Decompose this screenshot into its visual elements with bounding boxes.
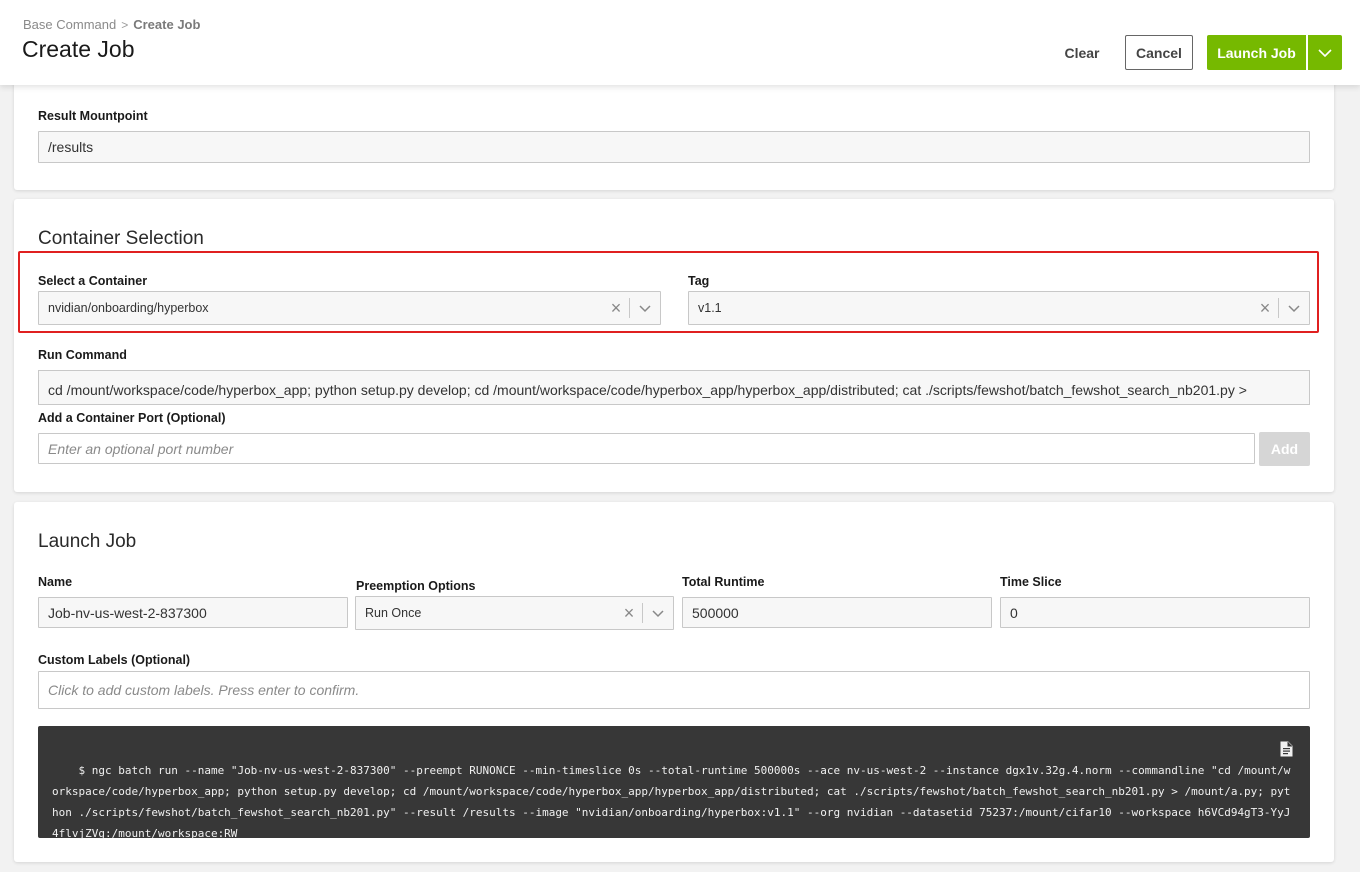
breadcrumb-current: Create Job	[133, 17, 201, 32]
cli-command-block: $ ngc batch run --name "Job-nv-us-west-2…	[38, 726, 1310, 840]
result-mountpoint-input[interactable]: /results	[38, 131, 1310, 163]
cli-command-text: $ ngc batch run --name "Job-nv-us-west-2…	[52, 764, 1291, 840]
page-header: Base Command > Create Job Create Job Cle…	[0, 0, 1360, 85]
custom-labels-label: Custom Labels (Optional)	[38, 653, 191, 667]
container-port-label: Add a Container Port (Optional)	[38, 411, 226, 425]
preemption-select-value: Run Once	[365, 606, 422, 620]
container-select[interactable]: nvidian/onboarding/hyperbox ×	[38, 291, 661, 325]
select-container-label: Select a Container	[38, 274, 148, 288]
time-slice-label: Time Slice	[1000, 575, 1062, 589]
clear-button[interactable]: Clear	[1054, 38, 1110, 68]
preemption-select[interactable]: Run Once ×	[355, 596, 674, 630]
tag-label: Tag	[688, 274, 710, 288]
port-placeholder: Enter an optional port number	[48, 440, 234, 457]
tag-select[interactable]: v1.1 ×	[688, 291, 1310, 325]
close-icon[interactable]: ×	[616, 604, 642, 622]
chevron-down-icon[interactable]	[1279, 304, 1309, 313]
copy-icon[interactable]	[1277, 740, 1295, 758]
custom-labels-placeholder: Click to add custom labels. Press enter …	[48, 682, 360, 698]
chevron-down-icon[interactable]	[643, 609, 673, 618]
add-port-button[interactable]: Add	[1259, 432, 1310, 466]
name-label: Name	[38, 575, 73, 589]
close-icon[interactable]: ×	[1252, 299, 1278, 317]
cancel-button[interactable]: Cancel	[1125, 35, 1193, 70]
run-command-label: Run Command	[38, 348, 127, 362]
breadcrumb: Base Command > Create Job	[23, 17, 200, 32]
launch-job-button[interactable]: Launch Job	[1207, 35, 1306, 70]
launch-options-dropdown[interactable]	[1308, 35, 1342, 70]
page-title: Create Job	[22, 36, 135, 62]
chevron-down-icon[interactable]	[630, 304, 660, 313]
preemption-label: Preemption Options	[356, 579, 476, 593]
section-title-container: Container Selection	[38, 228, 204, 249]
container-select-value: nvidian/onboarding/hyperbox	[48, 301, 209, 315]
launch-job-card: Launch Job Name Job-nv-us-west-2-837300 …	[14, 502, 1334, 862]
total-runtime-label: Total Runtime	[682, 575, 765, 589]
custom-labels-input[interactable]: Click to add custom labels. Press enter …	[38, 671, 1310, 709]
chevron-down-icon	[1318, 48, 1332, 57]
time-slice-input[interactable]: 0	[1000, 597, 1310, 628]
run-command-input[interactable]: cd /mount/workspace/code/hyperbox_app; p…	[38, 370, 1310, 405]
breadcrumb-root[interactable]: Base Command	[23, 17, 116, 32]
tag-select-value: v1.1	[698, 301, 722, 315]
result-mountpoint-label: Result Mountpoint	[38, 109, 148, 123]
job-name-input[interactable]: Job-nv-us-west-2-837300	[38, 597, 348, 628]
section-title-launch: Launch Job	[38, 531, 137, 552]
chevron-right-icon: >	[121, 17, 129, 32]
container-selection-card: Container Selection Select a Container n…	[14, 199, 1334, 492]
close-icon[interactable]: ×	[603, 299, 629, 317]
total-runtime-input[interactable]: 500000	[682, 597, 992, 628]
container-port-input[interactable]: Enter an optional port number	[38, 433, 1255, 464]
